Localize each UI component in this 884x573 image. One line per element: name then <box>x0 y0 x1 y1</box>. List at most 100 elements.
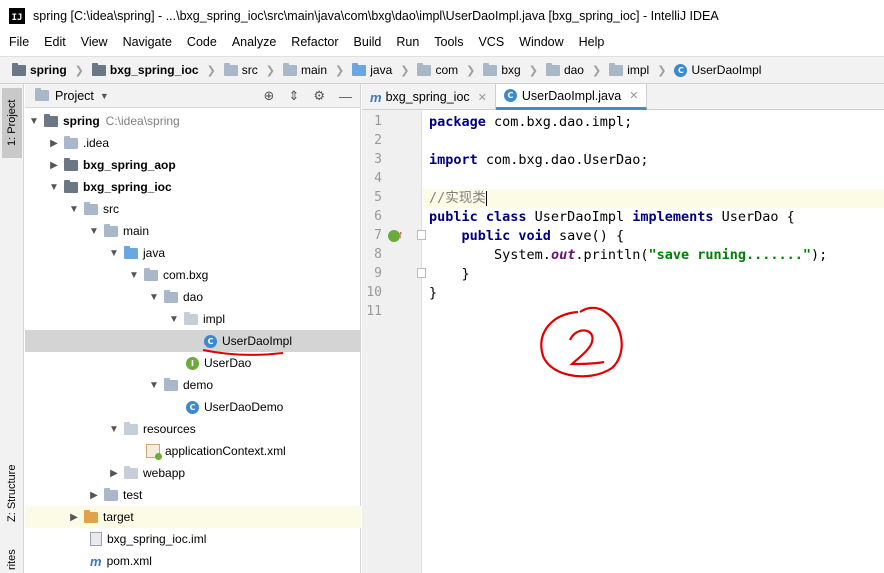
tree-item-iml[interactable]: bxg_spring_ioc.iml <box>25 528 361 550</box>
source-folder-icon <box>352 62 367 76</box>
breadcrumb-spring[interactable]: spring ❯ <box>12 62 92 77</box>
tree-item-pom-xml[interactable]: m pom.xml <box>25 550 361 572</box>
editor-gutter: 1 2 3 4 5 6 7 8 9 10 11 ↑ <box>362 110 426 573</box>
chevron-down-icon[interactable]: ▼ <box>167 314 181 325</box>
tree-item-idea[interactable]: ▶ .idea <box>25 132 361 154</box>
chevron-down-icon[interactable]: ▼ <box>100 91 109 101</box>
breadcrumb: spring ❯ bxg_spring_ioc ❯ src ❯ main ❯ java ❯… <box>0 56 884 84</box>
close-icon[interactable]: ✕ <box>478 91 487 104</box>
menu-window[interactable]: Window <box>510 35 569 49</box>
tree-item-dao[interactable]: ▼ dao <box>25 286 361 308</box>
chevron-down-icon[interactable]: ▼ <box>47 182 61 193</box>
project-folder-icon <box>44 113 58 127</box>
tab-userdaoimpl-java[interactable]: C UserDaoImpl.java ✕ <box>495 84 648 110</box>
chevron-down-icon[interactable]: ▼ <box>87 226 101 237</box>
menu-vcs[interactable]: VCS <box>469 35 510 49</box>
chevron-down-icon[interactable]: ▼ <box>147 292 161 303</box>
window-title: spring [C:\idea\spring] - ...\bxg_spring… <box>33 8 719 23</box>
breadcrumb-bxg-spring-ioc[interactable]: bxg_spring_ioc ❯ <box>91 62 224 77</box>
spring-xml-file-icon <box>146 444 162 460</box>
tree-item-demo[interactable]: ▼ demo <box>25 374 361 396</box>
class-icon: C <box>674 63 688 77</box>
tree-item-application-context-xml[interactable]: applicationContext.xml <box>25 440 361 462</box>
text-caret <box>485 190 487 206</box>
tree-item-com-bxg[interactable]: ▼ com.bxg <box>25 264 361 286</box>
line-number: 11 <box>366 304 382 319</box>
package-icon <box>164 289 178 303</box>
breadcrumb-com[interactable]: com ❯ <box>417 62 483 77</box>
interface-icon: I <box>186 356 199 370</box>
package-icon <box>144 267 158 281</box>
chevron-right-icon[interactable]: ▶ <box>67 512 81 523</box>
code-line-9: } <box>429 266 470 282</box>
handwritten-annotation <box>540 306 623 378</box>
tab-project-tool[interactable]: 1: Project <box>2 88 22 158</box>
code-line-7: public void save() { <box>461 228 625 244</box>
breadcrumb-bxg[interactable]: bxg ❯ <box>483 62 546 77</box>
tree-item-bxg-spring-aop[interactable]: ▶ bxg_spring_aop <box>25 154 361 176</box>
chevron-down-icon[interactable]: ▼ <box>127 270 141 281</box>
locate-icon[interactable]: ⊕ <box>264 88 275 104</box>
chevron-down-icon[interactable]: ▼ <box>107 248 121 259</box>
tree-item-userdaodemo[interactable]: C UserDaoDemo <box>25 396 361 418</box>
tree-item-impl[interactable]: ▼ impl <box>25 308 361 330</box>
code-line-10: } <box>429 285 438 301</box>
line-number: 4 <box>374 171 382 186</box>
chevron-right-icon[interactable]: ▶ <box>87 490 101 501</box>
breadcrumb-userdaoimpl[interactable]: C UserDaoImpl <box>674 63 761 77</box>
source-folder-icon <box>124 245 138 259</box>
menu-refactor[interactable]: Refactor <box>282 35 344 49</box>
breadcrumb-main[interactable]: main ❯ <box>283 62 352 77</box>
breadcrumb-src[interactable]: src ❯ <box>223 62 283 77</box>
chevron-down-icon[interactable]: ▼ <box>147 380 161 391</box>
chevron-right-icon[interactable]: ▶ <box>47 138 61 149</box>
chevron-down-icon[interactable]: ▼ <box>107 424 121 435</box>
breadcrumb-dao[interactable]: dao ❯ <box>545 62 609 77</box>
code-line-1: package com.bxg.dao.impl; <box>429 114 633 130</box>
menu-code[interactable]: Code <box>178 35 223 49</box>
menu-build[interactable]: Build <box>345 35 388 49</box>
tree-item-bxg-spring-ioc[interactable]: ▼ bxg_spring_ioc <box>25 176 361 198</box>
menu-view[interactable]: View <box>72 35 114 49</box>
menu-run[interactable]: Run <box>387 35 425 49</box>
maven-icon: m <box>90 553 102 569</box>
chevron-down-icon[interactable]: ▼ <box>67 204 81 215</box>
tree-item-test[interactable]: ▶ test <box>25 484 361 506</box>
excluded-folder-icon <box>84 509 98 523</box>
chevron-down-icon[interactable]: ▼ <box>27 116 41 127</box>
menu-navigate[interactable]: Navigate <box>114 35 178 49</box>
tree-item-userdao[interactable]: I UserDao <box>25 352 361 374</box>
menu-tools[interactable]: Tools <box>425 35 469 49</box>
tab-favorites-tool[interactable]: rites <box>2 546 22 573</box>
minimize-icon[interactable]: — <box>339 89 352 104</box>
breadcrumb-impl[interactable]: impl ❯ <box>609 62 674 77</box>
menu-file[interactable]: File <box>0 35 35 49</box>
code-editor[interactable]: 1 2 3 4 5 6 7 8 9 10 11 ↑ package com.bx… <box>362 110 884 573</box>
chevron-right-icon[interactable]: ▶ <box>107 468 121 479</box>
tree-item-src[interactable]: ▼ src <box>25 198 361 220</box>
breadcrumb-java[interactable]: java ❯ <box>352 62 417 77</box>
tree-item-target[interactable]: ▶ target <box>25 506 361 528</box>
tree-item-webapp[interactable]: ▶ webapp <box>25 462 361 484</box>
tree-item-main[interactable]: ▼ main <box>25 220 361 242</box>
runnable-class-icon: C <box>186 400 199 414</box>
chevron-right-icon: ❯ <box>657 64 667 77</box>
project-panel-title[interactable]: Project <box>55 89 94 103</box>
code-line-5: //实现类 <box>423 189 884 208</box>
resources-folder-icon <box>124 421 138 435</box>
tree-item-resources[interactable]: ▼ resources <box>25 418 361 440</box>
folder-icon <box>223 62 238 76</box>
menu-analyze[interactable]: Analyze <box>223 35 282 49</box>
gear-icon[interactable]: ⚙ <box>313 88 325 104</box>
chevron-right-icon[interactable]: ▶ <box>47 160 61 171</box>
collapse-all-icon[interactable]: ⇕ <box>288 88 299 104</box>
menu-edit[interactable]: Edit <box>35 35 72 49</box>
tab-bxg-spring-ioc[interactable]: m bxg_spring_ioc ✕ <box>362 84 496 110</box>
close-icon[interactable]: ✕ <box>629 89 638 102</box>
menu-help[interactable]: Help <box>570 35 611 49</box>
tab-structure-tool[interactable]: Z: Structure <box>2 456 22 530</box>
line-number: 6 <box>374 209 382 224</box>
tree-item-userdaoimpl[interactable]: C UserDaoImpl <box>25 330 361 352</box>
tree-item-java[interactable]: ▼ java <box>25 242 361 264</box>
tree-item-spring[interactable]: ▼ spring C:\idea\spring <box>25 110 361 132</box>
